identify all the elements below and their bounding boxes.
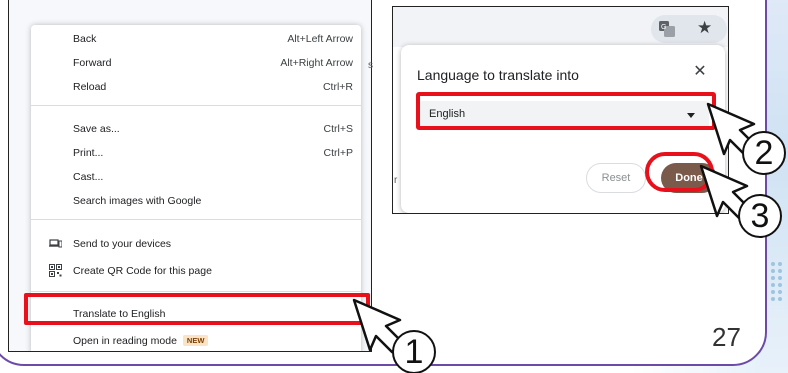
menu-item-print[interactable]: Print... Ctrl+P	[31, 143, 361, 163]
menu-item-label: Print...	[73, 147, 104, 159]
stray-edge-mark: s	[368, 60, 373, 71]
translate-icon[interactable]: G	[659, 21, 675, 37]
menu-item-save-as[interactable]: Save as... Ctrl+S	[31, 119, 361, 139]
reset-button[interactable]: Reset	[586, 163, 646, 193]
menu-item-label: Reload	[73, 81, 107, 93]
step-number-3: 3	[738, 194, 782, 238]
toolbar-icon-group: G ★	[651, 15, 727, 43]
menu-item-shortcut: Alt+Right Arrow	[280, 57, 353, 69]
menu-item-reading-mode[interactable]: Open in reading mode NEW	[31, 331, 361, 351]
menu-item-shortcut: Ctrl+S	[323, 123, 353, 135]
language-select-highlight-box	[416, 92, 716, 130]
menu-divider	[31, 291, 361, 292]
menu-item-label: Back	[73, 33, 97, 45]
menu-divider	[31, 219, 361, 220]
menu-item-label: Open in reading mode NEW	[73, 335, 209, 347]
bookmark-star-icon[interactable]: ★	[697, 19, 712, 37]
menu-item-shortcut: Ctrl+R	[322, 81, 353, 93]
close-icon[interactable]: ✕	[691, 63, 709, 81]
dot-grid-decoration	[771, 262, 785, 312]
menu-item-label: Send to your devices	[73, 238, 172, 250]
qr-code-icon	[49, 264, 62, 277]
menu-item-label: Create QR Code for this page	[73, 265, 212, 277]
menu-divider	[31, 105, 361, 106]
menu-item-label: Forward	[73, 57, 112, 69]
svg-text:G: G	[661, 24, 666, 31]
translate-highlight-box	[24, 293, 370, 325]
menu-item-shortcut: Alt+Left Arrow	[287, 33, 353, 45]
menu-item-search-images[interactable]: Search images with Google	[31, 191, 361, 211]
devices-icon	[49, 237, 63, 250]
stray-edge-mark: r	[394, 175, 398, 186]
menu-item-cast[interactable]: Cast...	[31, 167, 361, 187]
menu-item-send-to-devices[interactable]: Send to your devices	[31, 234, 361, 254]
menu-item-back[interactable]: Back Alt+Left Arrow	[31, 29, 361, 49]
page-number: 27	[712, 322, 741, 352]
menu-item-forward[interactable]: Forward Alt+Right Arrow	[31, 53, 361, 73]
menu-item-label: Save as...	[73, 123, 120, 135]
new-badge: NEW	[182, 335, 209, 346]
dialog-title: Language to translate into	[417, 67, 579, 83]
menu-item-label: Cast...	[73, 171, 104, 183]
menu-item-shortcut: Ctrl+P	[323, 147, 353, 159]
step-number-1: 1	[392, 330, 436, 373]
menu-item-reload[interactable]: Reload Ctrl+R	[31, 77, 361, 97]
browser-toolbar: G ★	[393, 7, 728, 47]
menu-item-label: Search images with Google	[73, 195, 202, 207]
menu-item-qr-code[interactable]: Create QR Code for this page	[31, 261, 361, 281]
